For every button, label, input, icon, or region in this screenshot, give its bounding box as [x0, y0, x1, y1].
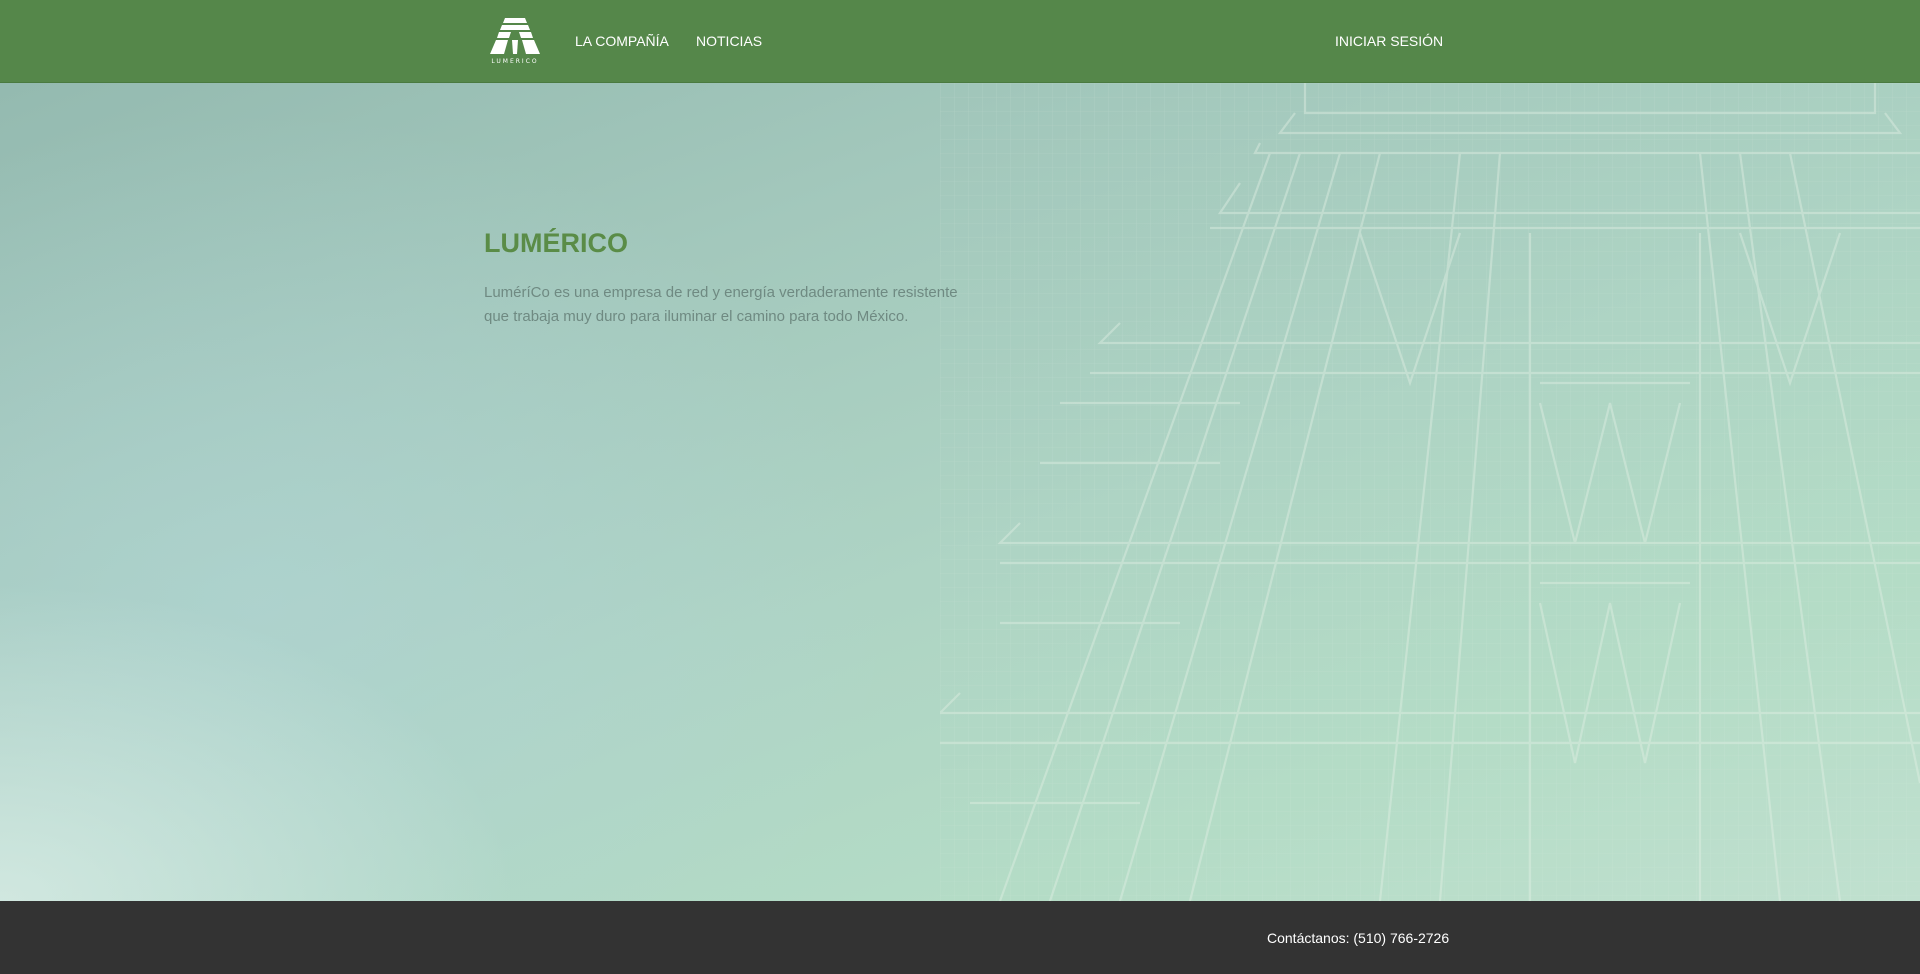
lumerico-logo[interactable]: LUMERICO — [484, 16, 546, 66]
nav-link-company[interactable]: LA COMPAÑÍA — [575, 32, 669, 50]
svg-text:LUMERICO: LUMERICO — [491, 58, 538, 65]
hero-title: LUMÉRICO — [484, 228, 628, 258]
login-link[interactable]: INICIAR SESIÓN — [1335, 32, 1443, 50]
hero-section: LUMÉRICO LuméríCo es una empresa de red … — [0, 83, 1920, 901]
contact-phone[interactable]: Contáctanos: (510) 766-2726 — [1267, 929, 1449, 947]
pyramid-logo-icon: LUMERICO — [490, 18, 540, 65]
page: LUMERICO LA COMPAÑÍA NOTICIAS INICIAR SE… — [0, 0, 1920, 974]
pyramid-blueprint-illustration — [940, 83, 1920, 901]
hero-description: LuméríCo es una empresa de red y energía… — [484, 284, 958, 325]
footer: Contáctanos: (510) 766-2726 — [0, 901, 1920, 974]
nav-link-news[interactable]: NOTICIAS — [696, 32, 762, 50]
top-navigation-bar: LUMERICO LA COMPAÑÍA NOTICIAS INICIAR SE… — [0, 0, 1920, 83]
